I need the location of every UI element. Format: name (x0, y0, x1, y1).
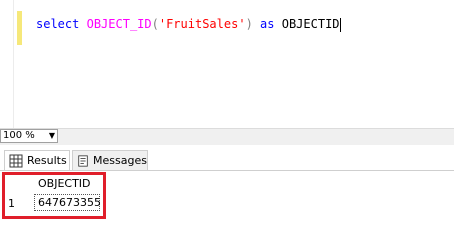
code-line[interactable]: select OBJECT_ID('FruitSales') as OBJECT… (36, 16, 341, 32)
zoom-dropdown[interactable]: 100 % ▼ (0, 129, 58, 143)
tab-results-label: Results (27, 154, 67, 167)
keyword-select: select (36, 17, 80, 31)
column-alias: OBJECTID (281, 17, 340, 31)
open-paren: ( (151, 17, 159, 31)
change-indicator (17, 11, 22, 45)
tab-messages[interactable]: Messages (72, 150, 148, 170)
results-tab-bar: Results Messages (0, 148, 454, 171)
highlight-annotation-box (2, 172, 106, 219)
string-literal: 'FruitSales' (158, 17, 246, 31)
tab-results[interactable]: Results (4, 150, 70, 170)
function-object-id: OBJECT_ID (86, 17, 152, 31)
tab-messages-label: Messages (93, 154, 147, 167)
text-caret (339, 17, 341, 32)
horizontal-scrollbar[interactable] (0, 128, 454, 145)
close-paren: ) (245, 17, 253, 31)
zoom-value: 100 % (3, 130, 35, 141)
grid-icon (9, 154, 23, 167)
messages-icon (78, 154, 88, 167)
editor-gutter (0, 0, 14, 128)
chevron-down-icon: ▼ (48, 131, 55, 140)
keyword-as: as (260, 17, 275, 31)
query-editor[interactable]: select OBJECT_ID('FruitSales') as OBJECT… (0, 0, 454, 128)
